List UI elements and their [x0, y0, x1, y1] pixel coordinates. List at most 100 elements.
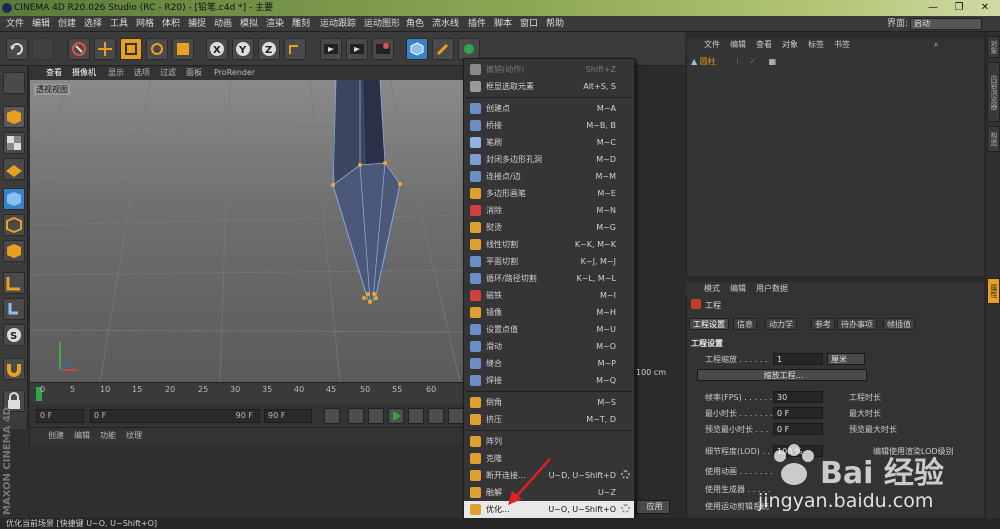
tab-project-settings[interactable]: 工程设置 [689, 318, 729, 330]
texture-mode-icon[interactable] [3, 132, 25, 154]
scale-icon[interactable] [120, 38, 142, 60]
attr-menu-mode[interactable]: 模式 [704, 282, 720, 296]
z-axis-icon[interactable]: Z [258, 38, 280, 60]
menu-mesh[interactable]: 网格 [136, 16, 154, 32]
material-menu-texture[interactable]: 纹理 [126, 428, 142, 444]
phong-tag-icon[interactable]: ▦ [769, 57, 777, 66]
menu-render[interactable]: 渲染 [266, 16, 284, 32]
rotate-icon[interactable] [146, 38, 168, 60]
menu-volume[interactable]: 体积 [162, 16, 180, 32]
menu-tools[interactable]: 工具 [110, 16, 128, 32]
goto-end-icon[interactable] [448, 408, 464, 424]
menu-snap[interactable]: 捕捉 [188, 16, 206, 32]
object-menu-objects[interactable]: 对象 [782, 38, 798, 52]
axis-mode-icon[interactable] [3, 272, 25, 294]
viewport-menu-prorender[interactable]: ProRender [214, 66, 255, 80]
object-manager-panel[interactable]: ▲ 圆柱 ⁝ ✓ ▦ [686, 52, 984, 276]
context-menu-item[interactable]: 挤压 M~T, D [464, 411, 634, 428]
goto-start-icon[interactable] [324, 408, 340, 424]
menu-mograph[interactable]: 运动图形 [364, 16, 400, 32]
layout-select[interactable]: 启动 [910, 18, 982, 30]
tab-info[interactable]: 信息 [733, 318, 757, 330]
context-menu-item[interactable]: 连接点/边 M~M [464, 168, 634, 185]
workplane-icon[interactable] [3, 158, 25, 180]
context-menu-item[interactable]: 倒角 M~S [464, 394, 634, 411]
context-menu-item[interactable]: 磁铁 M~I [464, 287, 634, 304]
object-row[interactable]: ▲ 圆柱 ⁝ ✓ ▦ [691, 56, 776, 68]
menu-window[interactable]: 窗口 [520, 16, 538, 32]
viewport-menu-view[interactable]: 查看 [46, 66, 62, 80]
context-menu-item[interactable]: 平面切割 K~J, M~J [464, 253, 634, 270]
frame-range-slider[interactable]: 0 F 90 F [90, 409, 260, 423]
attr-menu-edit[interactable]: 编辑 [730, 282, 746, 296]
render-picture-viewer-icon[interactable] [346, 38, 368, 60]
object-menu-tags[interactable]: 标签 [808, 38, 824, 52]
context-menu-item[interactable]: 镜像 M~H [464, 304, 634, 321]
object-name[interactable]: 圆柱 [700, 57, 716, 66]
recent-tool-icon[interactable] [172, 38, 194, 60]
cube-icon[interactable] [406, 38, 428, 60]
prev-frame-icon[interactable] [368, 408, 384, 424]
minimize-button[interactable]: — [920, 0, 946, 16]
menu-sculpt[interactable]: 雕刻 [292, 16, 310, 32]
subdivision-icon[interactable] [458, 38, 480, 60]
menu-simulate[interactable]: 模拟 [240, 16, 258, 32]
context-menu-item[interactable]: 线性切割 K~K, M~K [464, 236, 634, 253]
menu-help[interactable]: 帮助 [546, 16, 564, 32]
object-menu-view[interactable]: 查看 [756, 38, 772, 52]
menu-pipeline[interactable]: 流水线 [432, 16, 459, 32]
object-menu-file[interactable]: 文件 [704, 38, 720, 52]
context-menu-item[interactable]: 创建点 M~A [464, 100, 634, 117]
play-icon[interactable] [388, 408, 404, 424]
coordinate-system-icon[interactable] [284, 38, 306, 60]
context-menu-item[interactable]: 熨烫 M~G [464, 219, 634, 236]
context-menu-item[interactable]: 缝合 M~P [464, 355, 634, 372]
next-key-icon[interactable] [428, 408, 444, 424]
material-menu-create[interactable]: 创建 [48, 428, 64, 444]
perspective-viewport[interactable]: 透视视图 [30, 80, 466, 382]
tab-objects[interactable]: 对象 [987, 36, 1000, 58]
y-axis-icon[interactable]: Y [232, 38, 254, 60]
magnet-icon[interactable] [3, 358, 25, 380]
fps-input[interactable]: 30 [773, 391, 823, 403]
attr-menu-user-data[interactable]: 用户数据 [756, 282, 788, 296]
context-menu-item[interactable]: 桥接 M~B, B [464, 117, 634, 134]
context-menu-item[interactable]: 焊接 M~Q [464, 372, 634, 389]
tab-referencing[interactable]: 参考 [811, 318, 835, 330]
context-menu-item[interactable]: 多边形画笔 M~E [464, 185, 634, 202]
menu-motion-tracking[interactable]: 运动跟踪 [320, 16, 356, 32]
tab-dynamics[interactable]: 动力学 [765, 318, 797, 330]
tab-todo[interactable]: 待办事项 [837, 318, 877, 330]
context-menu-item[interactable]: 阵列 [464, 433, 634, 450]
end-frame-field[interactable]: 90 F [264, 409, 312, 423]
context-menu-item[interactable]: 循环/路径切割 K~L, M~L [464, 270, 634, 287]
context-menu-item[interactable]: 笔刷 M~C [464, 134, 634, 151]
maximize-button[interactable]: ❐ [946, 0, 972, 16]
viewport-menu-camera[interactable]: 摄像机 [72, 66, 96, 80]
tab-attributes[interactable]: 属性 [987, 278, 1000, 304]
context-menu-item[interactable]: 撤销(动作) Shift+Z [464, 61, 634, 78]
render-settings-icon[interactable] [372, 38, 394, 60]
move-icon[interactable] [94, 38, 116, 60]
object-menu-bookmarks[interactable]: 书签 [834, 38, 850, 52]
close-button[interactable]: ✕ [972, 0, 998, 16]
project-scale-input[interactable]: 1 [773, 353, 823, 365]
apply-button[interactable]: 应用 [636, 500, 670, 514]
redo-icon[interactable] [32, 38, 54, 60]
gear-icon[interactable] [621, 504, 630, 513]
menu-script[interactable]: 脚本 [494, 16, 512, 32]
menu-file[interactable]: 文件 [6, 16, 24, 32]
menu-create[interactable]: 创建 [58, 16, 76, 32]
viewport-menu-options[interactable]: 选项 [134, 66, 150, 80]
menu-select[interactable]: 选择 [84, 16, 102, 32]
undo-icon[interactable] [6, 38, 28, 60]
scale-project-button[interactable]: 缩放工程... [697, 369, 867, 381]
tab-key-interpolation[interactable]: 帧插值 [883, 318, 915, 330]
context-menu-item[interactable]: 设置点值 M~U [464, 321, 634, 338]
viewport-menu-display[interactable]: 显示 [108, 66, 124, 80]
object-menu-edit[interactable]: 编辑 [730, 38, 746, 52]
polygons-mode-icon[interactable] [3, 240, 25, 262]
context-menu-item[interactable]: 框显选取元素 Alt+S, S [464, 78, 634, 95]
context-menu-item[interactable]: 滑动 M~O [464, 338, 634, 355]
viewport-menu-filter[interactable]: 过滤 [160, 66, 176, 80]
